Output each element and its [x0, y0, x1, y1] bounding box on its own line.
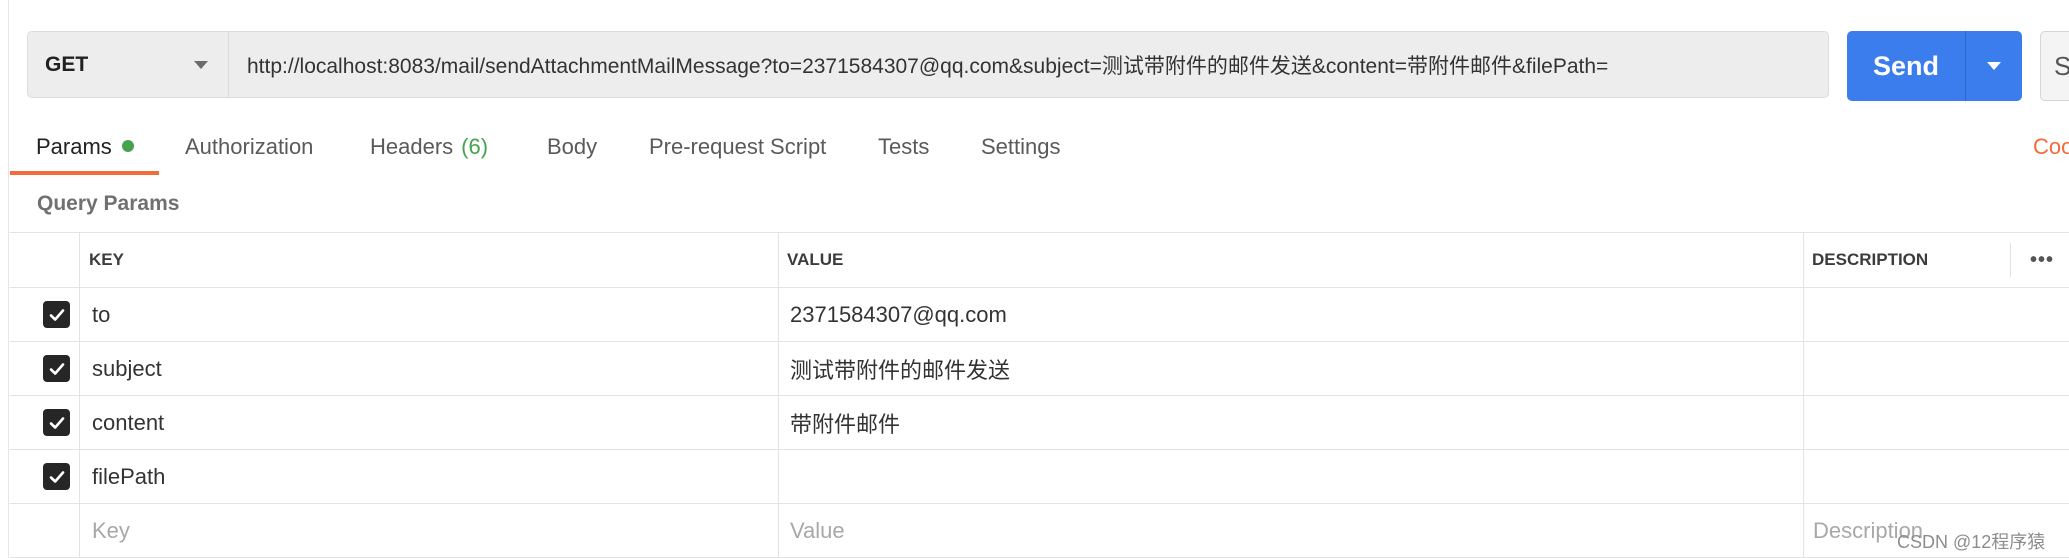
send-button[interactable]: Send [1847, 51, 1965, 82]
send-button-group[interactable]: Send [1847, 31, 2022, 101]
checkmark-icon [49, 470, 64, 483]
table-row: filePath [10, 449, 2069, 503]
checkbox[interactable] [43, 463, 70, 490]
checkmark-icon [49, 308, 64, 321]
param-key[interactable]: content [92, 396, 164, 449]
new-key-input[interactable]: Key [92, 504, 130, 557]
left-panel-edge [0, 0, 9, 558]
column-header-key: KEY [89, 250, 124, 269]
table-row: subject 测试带附件的邮件发送 [10, 341, 2069, 395]
param-value[interactable]: 带附件邮件 [790, 396, 900, 449]
param-value[interactable]: 测试带附件的邮件发送 [790, 342, 1010, 395]
tab-body[interactable]: Body [547, 134, 597, 160]
tab-authorization[interactable]: Authorization [185, 134, 313, 160]
checkmark-icon [49, 416, 64, 429]
watermark: CSDN @12程序猿 [1897, 532, 2046, 552]
query-params-table: KEY VALUE DESCRIPTION ••• to 2371584307@… [10, 232, 2069, 558]
checkbox[interactable] [43, 301, 70, 328]
checkmark-icon [49, 362, 64, 375]
tab-label: Authorization [185, 134, 314, 159]
method-label: GET [45, 52, 89, 76]
tab-pre-request-script[interactable]: Pre-request Script [649, 134, 826, 160]
column-header-value: VALUE [787, 250, 844, 269]
column-header-description: DESCRIPTION [1812, 250, 1929, 269]
column-divider [2010, 243, 2011, 277]
chevron-down-icon [1987, 62, 2001, 70]
table-row: to 2371584307@qq.com [10, 287, 2069, 341]
tab-params[interactable]: Params [36, 134, 134, 160]
new-value-input[interactable]: Value [790, 504, 845, 557]
param-key[interactable]: to [92, 288, 110, 341]
headers-count: (6) [461, 134, 489, 159]
active-dot-icon [121, 140, 134, 153]
table-row: content 带附件邮件 [10, 395, 2069, 449]
checkbox[interactable] [43, 409, 70, 436]
tab-label: Params [36, 134, 112, 159]
tab-label: Tests [878, 134, 930, 159]
chevron-down-icon [194, 61, 208, 69]
url-input[interactable]: http://localhost:8083/mail/sendAttachmen… [228, 31, 1829, 98]
tab-label: Body [547, 134, 598, 159]
param-value[interactable]: 2371584307@qq.com [790, 288, 1007, 341]
tab-label: Settings [981, 134, 1061, 159]
more-options-icon[interactable]: ••• [2030, 249, 2054, 272]
table-row-new: Key Value Description [10, 503, 2069, 558]
method-select[interactable]: GET [27, 31, 228, 98]
checkbox[interactable] [43, 355, 70, 382]
active-tab-indicator [10, 171, 159, 175]
tab-headers[interactable]: Headers (6) [370, 134, 488, 160]
table-header: KEY VALUE DESCRIPTION ••• [10, 232, 2069, 287]
tab-label: Pre-request Script [649, 134, 827, 159]
send-options-button[interactable] [1966, 62, 2022, 70]
tab-label: Headers [370, 134, 454, 159]
query-params-title: Query Params [37, 192, 180, 215]
tab-settings[interactable]: Settings [981, 134, 1061, 160]
cookies-link[interactable]: Coo [2033, 134, 2069, 160]
param-key[interactable]: subject [92, 342, 162, 395]
tab-tests[interactable]: Tests [878, 134, 929, 160]
save-button[interactable]: S [2040, 31, 2069, 101]
param-key[interactable]: filePath [92, 450, 165, 503]
